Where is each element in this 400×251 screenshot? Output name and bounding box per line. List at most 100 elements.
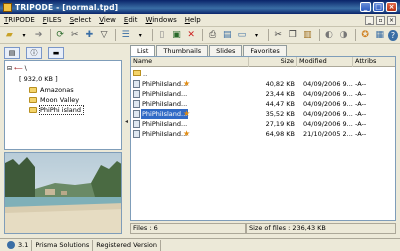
- tree-root[interactable]: ⊟ ⟵ \: [7, 63, 30, 73]
- company-name: Prisma Solutions: [32, 239, 94, 251]
- file-size: 23,44 KB: [265, 90, 295, 98]
- tab-list[interactable]: List: [130, 45, 156, 56]
- table-row[interactable]: PhiPhiIsland... 23,44 KB 04/09/2006 9...…: [131, 89, 395, 99]
- image-file-icon: [133, 120, 140, 128]
- folder-tree-button[interactable]: ▤: [4, 47, 20, 59]
- column-attribs[interactable]: Attribs: [353, 57, 395, 67]
- table-row[interactable]: PhiPhiIsland... ★ 40,82 KB 04/09/2006 9.…: [131, 79, 395, 89]
- table-row-selected[interactable]: PhiPhiIsland... ★ 35,52 KB 04/09/2006 9.…: [131, 108, 395, 120]
- file-attribs: -A--: [355, 90, 367, 98]
- list-item-parent[interactable]: ..: [131, 69, 395, 79]
- file-attribs: -A--: [355, 110, 367, 118]
- settings-icon[interactable]: ▦: [373, 28, 386, 42]
- app-icon: [3, 2, 12, 12]
- image-file-icon: [133, 110, 140, 118]
- star-icon: ★: [183, 79, 191, 88]
- dropdown-arrow-icon[interactable]: ▾: [250, 28, 263, 42]
- tab-slides[interactable]: Slides: [209, 45, 243, 56]
- version-info: 3.1: [0, 239, 33, 251]
- registration-status: Registered Version: [93, 239, 161, 251]
- tab-favorites[interactable]: Favorites: [243, 45, 287, 56]
- mdi-restore-icon[interactable]: ▫: [376, 15, 385, 25]
- properties-icon[interactable]: ▣: [170, 28, 183, 42]
- menu-view[interactable]: View: [95, 16, 120, 24]
- file-name: PhiPhiIsland...: [142, 80, 188, 88]
- title-bar: TRIPODE - [normal.tpd] _ □ ×: [0, 0, 400, 14]
- copy-icon[interactable]: ❐: [286, 28, 299, 42]
- forward-icon[interactable]: ➔: [32, 28, 45, 42]
- delete-icon[interactable]: ✕: [185, 28, 198, 42]
- file-attribs: -A--: [355, 80, 367, 88]
- table-row[interactable]: PhiPhiIsland... 44,47 KB 04/09/2006 9...…: [131, 99, 395, 109]
- plugin-icon[interactable]: ✚: [83, 28, 96, 42]
- menu-bar: TRIPODE FILES Select View Edit Windows H…: [0, 14, 400, 27]
- print-icon[interactable]: ⎙: [206, 28, 219, 42]
- tools-icon[interactable]: ✂: [68, 28, 81, 42]
- star-icon: ★: [183, 129, 191, 138]
- file-modified: 04/09/2006 9...: [303, 90, 353, 98]
- minimize-button[interactable]: _: [360, 2, 371, 12]
- wizard-icon[interactable]: ✪: [359, 28, 372, 42]
- mdi-close-icon[interactable]: ×: [387, 15, 396, 25]
- refresh-icon[interactable]: ⟳: [54, 28, 67, 42]
- image-file-icon: [133, 100, 140, 108]
- folder-up-icon: [133, 70, 141, 76]
- file-modified: 04/09/2006 9...: [303, 80, 353, 88]
- help-icon[interactable]: ?: [388, 29, 399, 41]
- contrast-icon[interactable]: ◑: [337, 28, 350, 42]
- status-bar: 3.1 Prisma Solutions Registered Version: [0, 238, 400, 251]
- file-info-bar: Files : 6 Size of files : 236,43 KB: [130, 223, 396, 234]
- table-row[interactable]: PhiPhiIsland... 27,19 KB 04/09/2006 9...…: [131, 119, 395, 129]
- image-preview: [4, 152, 122, 234]
- view-options-icon[interactable]: ☰: [119, 28, 132, 42]
- file-modified: 04/09/2006 9...: [303, 100, 353, 108]
- tree-item-amazonas[interactable]: Amazonas: [29, 85, 74, 95]
- dropdown-arrow-icon[interactable]: ▾: [18, 28, 31, 42]
- menu-help[interactable]: Help: [181, 16, 205, 24]
- close-button[interactable]: ×: [386, 2, 397, 12]
- tree-item-moon-valley[interactable]: Moon Valley: [29, 95, 79, 105]
- file-modified: 04/09/2006 9...: [303, 120, 353, 128]
- cut-icon[interactable]: ✂: [272, 28, 285, 42]
- dropdown-arrow-icon[interactable]: ▾: [134, 28, 147, 42]
- toolbar: ▰ ▾ ➔ ⟳ ✂ ✚ ▽ ☰ ▾ ▯ ▣ ✕ ⎙ ▤ ▭ ▾ ✂ ❐ ▥ ◐ …: [0, 27, 400, 44]
- column-size[interactable]: Size: [249, 57, 297, 67]
- filter-icon[interactable]: ▽: [98, 28, 111, 42]
- image-file-icon: [133, 90, 140, 98]
- file-name: PhiPhiIsland...: [142, 90, 188, 98]
- panel-splitter[interactable]: [124, 44, 128, 236]
- parent-folder-label: ..: [143, 70, 148, 78]
- file-name: PhiPhiIsland...: [142, 100, 188, 108]
- menu-files[interactable]: FILES: [39, 16, 66, 24]
- paste-icon[interactable]: ▥: [301, 28, 314, 42]
- info-icon: [7, 240, 15, 249]
- file-name: PhiPhiIsland...: [139, 108, 190, 120]
- brightness-icon[interactable]: ◐: [323, 28, 336, 42]
- file-attribs: -A--: [355, 130, 367, 138]
- album-button[interactable]: ▬: [48, 47, 64, 59]
- file-size: 40,82 KB: [265, 80, 295, 88]
- image-file-icon: [133, 80, 140, 88]
- save-icon[interactable]: ▤: [221, 28, 234, 42]
- menu-tripode[interactable]: TRIPODE: [0, 16, 39, 24]
- menu-edit[interactable]: Edit: [120, 16, 142, 24]
- left-panel-toolbar: ▤ ⓘ ▬: [4, 46, 122, 60]
- preview-photo: [5, 153, 121, 233]
- favorites-button[interactable]: ⓘ: [26, 47, 42, 59]
- column-modified[interactable]: Modified: [297, 57, 353, 67]
- tree-item-phiphi-island[interactable]: PhiPhi island: [29, 105, 84, 115]
- menu-windows[interactable]: Windows: [141, 16, 180, 24]
- file-size: 35,52 KB: [265, 110, 295, 118]
- files-count: Files : 6: [130, 223, 246, 234]
- monitor-icon[interactable]: ▭: [236, 28, 249, 42]
- table-row[interactable]: PhiPhiIsland... ★ 64,98 KB 21/10/2005 2.…: [131, 129, 395, 139]
- open-folder-icon[interactable]: ▰: [3, 28, 16, 42]
- tab-thumbnails[interactable]: Thumbnails: [156, 45, 209, 56]
- blank-page-icon[interactable]: ▯: [155, 28, 168, 42]
- collapse-arrow-icon[interactable]: ◂: [125, 118, 128, 125]
- menu-select[interactable]: Select: [66, 16, 96, 24]
- mdi-minimize-icon[interactable]: _: [365, 15, 374, 25]
- column-name[interactable]: Name: [131, 57, 249, 67]
- star-icon: ★: [183, 109, 191, 118]
- maximize-button[interactable]: □: [373, 2, 384, 12]
